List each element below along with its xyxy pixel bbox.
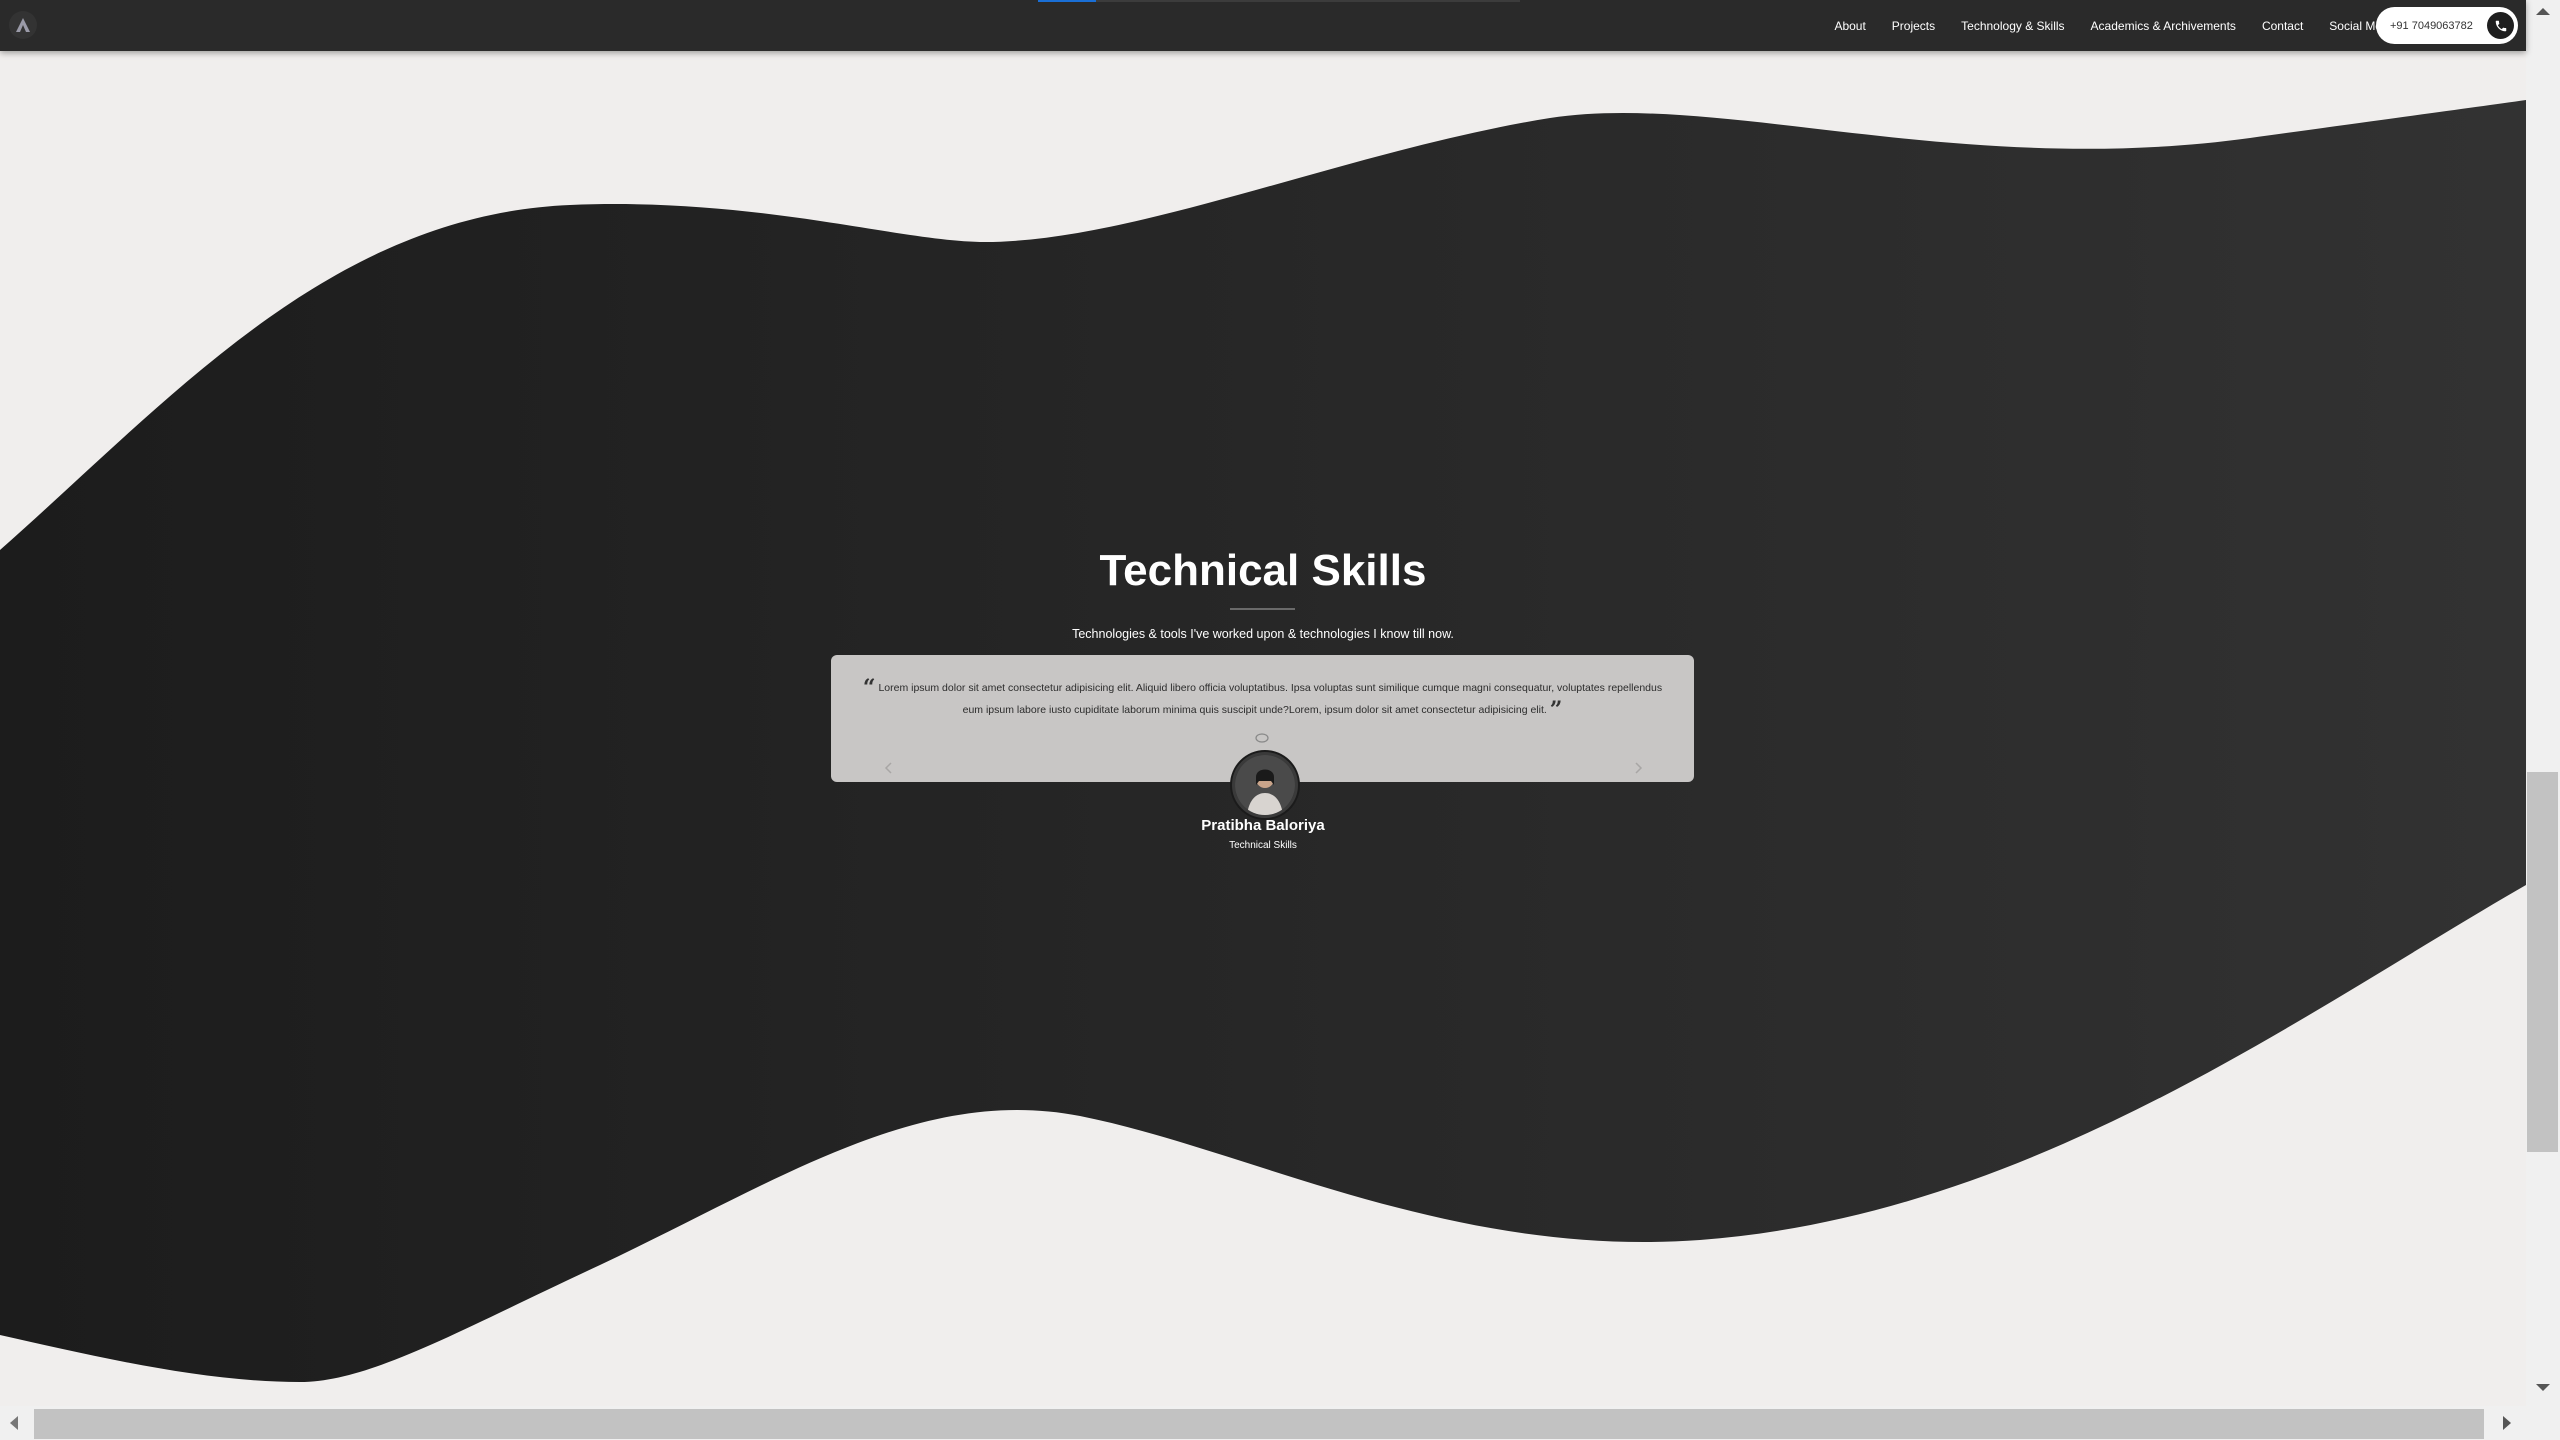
scroll-right-arrow-icon[interactable]: [2503, 1416, 2511, 1430]
scroll-left-arrow-icon[interactable]: [10, 1416, 18, 1430]
nav-link-projects[interactable]: Projects: [1892, 19, 1935, 33]
person-name: Pratibha Baloriya: [1201, 817, 1325, 834]
section-subtitle: Technologies & tools I've worked upon & …: [1072, 627, 1454, 641]
horizontal-scrollbar-thumb[interactable]: [34, 1409, 2484, 1439]
phone-icon: [2487, 12, 2514, 39]
open-quote-icon: “: [862, 675, 876, 701]
close-quote-icon: ”: [1549, 697, 1563, 723]
person-role: Technical Skills: [1229, 840, 1297, 851]
vertical-scrollbar[interactable]: [2526, 0, 2560, 1406]
title-underline: [1230, 608, 1295, 610]
prev-arrow-icon[interactable]: [882, 761, 896, 775]
nav-link-contact[interactable]: Contact: [2262, 19, 2303, 33]
quote-text: Lorem ipsum dolor sit amet consectetur a…: [878, 682, 1663, 716]
phone-button[interactable]: +91 7049063782: [2376, 7, 2518, 44]
scroll-progress-bar: [1038, 0, 1520, 2]
scroll-progress-fill: [1038, 0, 1096, 2]
top-navbar: About Projects Technology & Skills Acade…: [0, 0, 2526, 51]
testimonial-quote: “ Lorem ipsum dolor sit amet consectetur…: [853, 677, 1672, 721]
next-arrow-icon[interactable]: [1631, 761, 1645, 775]
nav-link-technology-skills[interactable]: Technology & Skills: [1961, 19, 2064, 33]
phone-number: +91 7049063782: [2390, 19, 2473, 32]
scroll-down-arrow-icon[interactable]: [2536, 1384, 2550, 1391]
avatar: [1232, 752, 1298, 818]
section-title: Technical Skills: [1099, 546, 1427, 595]
link-icon: [1255, 733, 1269, 743]
nav-link-about[interactable]: About: [1834, 19, 1865, 33]
vertical-scrollbar-thumb[interactable]: [2527, 772, 2558, 1152]
nav-link-academics[interactable]: Academics & Archivements: [2091, 19, 2236, 33]
nav-links: About Projects Technology & Skills Acade…: [1834, 0, 2398, 51]
logo-icon[interactable]: [8, 10, 38, 40]
scroll-up-arrow-icon[interactable]: [2536, 8, 2550, 15]
